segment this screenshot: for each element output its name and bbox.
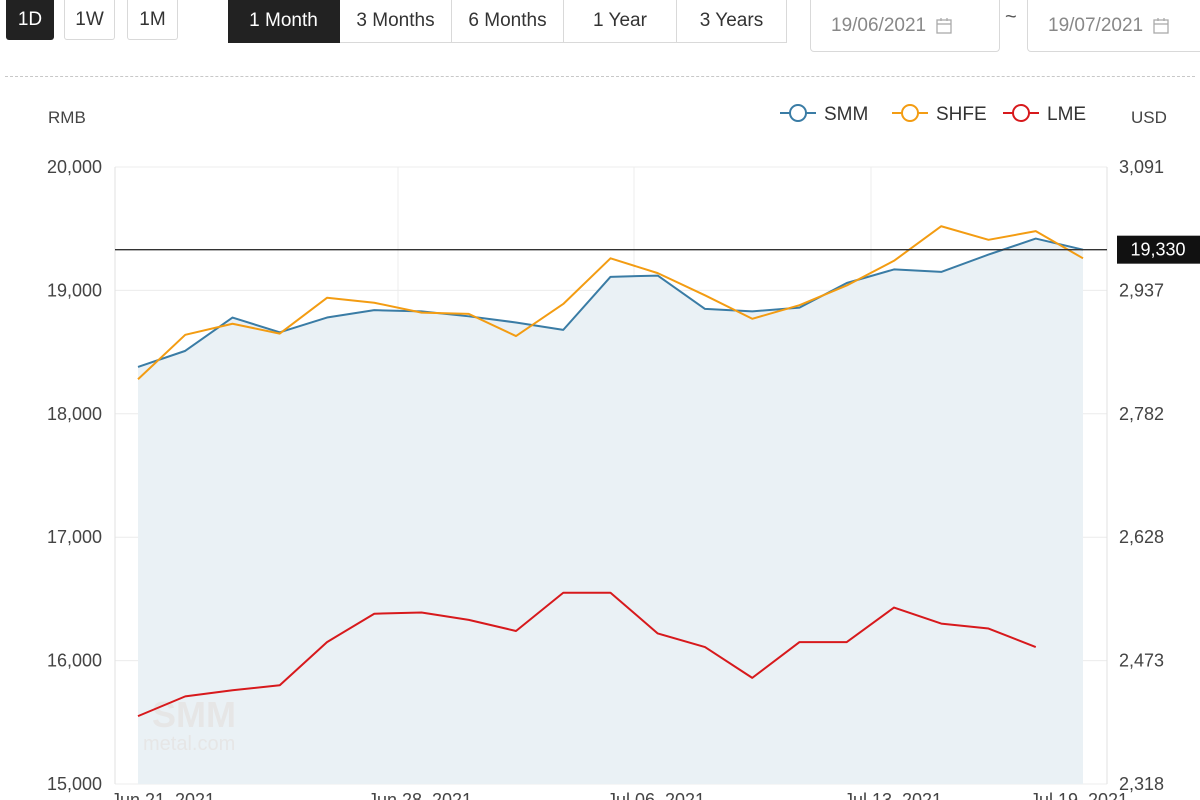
x-axis-tick-label: Jun 28, 2021 <box>368 790 472 800</box>
smm-area-fill <box>138 238 1083 784</box>
left-axis-tick-label: 20,000 <box>47 157 102 177</box>
left-axis-tick-label: 15,000 <box>47 774 102 794</box>
left-axis-unit-label: RMB <box>48 108 86 127</box>
interval-1m-button[interactable]: 1M <box>127 0 178 40</box>
range-1-month-button[interactable]: 1 Month <box>228 0 340 43</box>
watermark-logo: SMM <box>152 694 236 735</box>
calendar-icon <box>936 17 952 34</box>
legend-label-lme: LME <box>1047 104 1086 125</box>
right-axis-unit-label: USD <box>1131 108 1167 127</box>
left-axis-tick-label: 18,000 <box>47 404 102 424</box>
end-date-value: 19/07/2021 <box>1048 14 1144 36</box>
price-chart: SMMmetal.com 19,330 20,000 3,09119,000 2,9… <box>47 104 1200 800</box>
series-line-lme <box>137 591 1037 718</box>
right-axis-tick-label: 2,937 <box>1119 280 1164 300</box>
chart-legend: SMM SHFE LME <box>780 104 1086 125</box>
start-date-field[interactable]: 19/06/2021 <box>810 0 1000 52</box>
range-3-months-button[interactable]: 3 Months <box>340 0 452 43</box>
range-3-years-button[interactable]: 3 Years <box>677 0 787 43</box>
left-axis-tick-label: 19,000 <box>47 280 102 300</box>
x-axis-tick-label: Jun 21, 2021 <box>111 790 215 800</box>
right-axis-tick-label: 2,782 <box>1119 404 1164 424</box>
right-axis-tick-label: 3,091 <box>1119 157 1164 177</box>
chart-area-fill <box>138 238 1083 784</box>
series-line-shfe <box>137 225 1084 380</box>
toolbar-divider <box>5 76 1195 77</box>
x-axis-tick-label: Jul 13, 2021 <box>844 790 942 800</box>
legend-label-shfe: SHFE <box>936 104 987 125</box>
legend-marker-shfe <box>901 104 919 122</box>
range-1-year-button[interactable]: 1 Year <box>564 0 677 43</box>
reference-value-badge <box>1117 235 1200 264</box>
series-line-smm <box>137 237 1084 368</box>
start-date-value: 19/06/2021 <box>831 14 927 36</box>
right-axis-tick-label: 2,318 <box>1119 774 1164 794</box>
chart-grid <box>114 166 1108 785</box>
interval-1d-button[interactable]: 1D <box>6 0 54 40</box>
right-axis-tick-label: 2,473 <box>1119 651 1164 671</box>
x-axis-tick-label: Jul 19, 2021 <box>1030 790 1128 800</box>
legend-label-smm: SMM <box>824 104 868 125</box>
date-range-separator: ~ <box>1005 6 1017 28</box>
reference-value-label: 19,330 <box>1130 240 1185 260</box>
legend-marker-smm <box>789 104 807 122</box>
watermark: SMMmetal.com <box>143 694 236 755</box>
range-selector: 1 Month 3 Months 6 Months 1 Year 3 Years <box>228 0 787 43</box>
left-axis-tick-label: 17,000 <box>47 527 102 547</box>
chart-series-lines <box>137 225 1084 718</box>
interval-1w-button[interactable]: 1W <box>64 0 115 40</box>
right-axis-tick-label: 2,628 <box>1119 527 1164 547</box>
x-axis-tick-label: Jul 06, 2021 <box>607 790 705 800</box>
calendar-icon <box>1153 17 1169 34</box>
watermark-domain: metal.com <box>143 733 235 755</box>
range-6-months-button[interactable]: 6 Months <box>452 0 564 43</box>
end-date-field[interactable]: 19/07/2021 <box>1027 0 1200 52</box>
chart-axes: 20,000 3,091 19,000 2,937 18,000 2,782 17,000 2… <box>47 108 1167 800</box>
left-axis-tick-label: 16,000 <box>47 651 102 671</box>
reference-line-group: 19,330 <box>115 235 1200 264</box>
legend-marker-lme <box>1012 104 1030 122</box>
